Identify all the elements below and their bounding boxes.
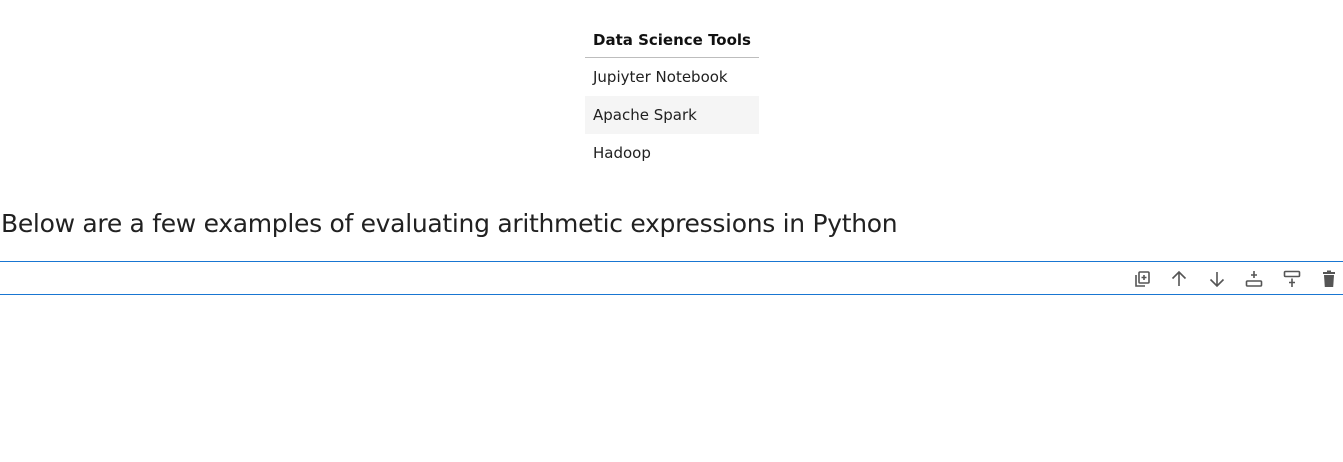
table-header: Data Science Tools [585,24,759,58]
insert-cell-below-button[interactable] [1242,268,1266,290]
table-row: Hadoop [585,134,759,172]
insert-cell-above-button[interactable] [1280,268,1304,290]
duplicate-cell-button[interactable] [1130,268,1154,290]
move-cell-up-button[interactable] [1167,268,1191,290]
delete-icon [1323,270,1335,287]
table-cell: Jupiyter Notebook [593,68,728,86]
duplicate-icon [1134,271,1150,287]
insert-above-icon [1283,270,1300,287]
active-notebook-cell[interactable] [0,261,1343,295]
move-cell-down-button[interactable] [1205,268,1229,290]
table-row: Jupiyter Notebook [585,58,759,97]
table-cell: Apache Spark [585,96,759,134]
delete-cell-button[interactable] [1317,268,1341,290]
arrow-up-icon [1171,270,1187,286]
table-cell: Hadoop [593,144,651,162]
table-header-row: Data Science Tools [585,24,759,58]
cell-toolbar [1116,268,1341,290]
markdown-heading: Below are a few examples of evaluating a… [1,209,898,238]
data-science-tools-table: Data Science Tools Jupiyter Notebook Apa… [585,24,759,172]
insert-below-icon [1245,271,1263,287]
table-row: Apache Spark [585,96,759,134]
arrow-down-icon [1209,272,1224,288]
